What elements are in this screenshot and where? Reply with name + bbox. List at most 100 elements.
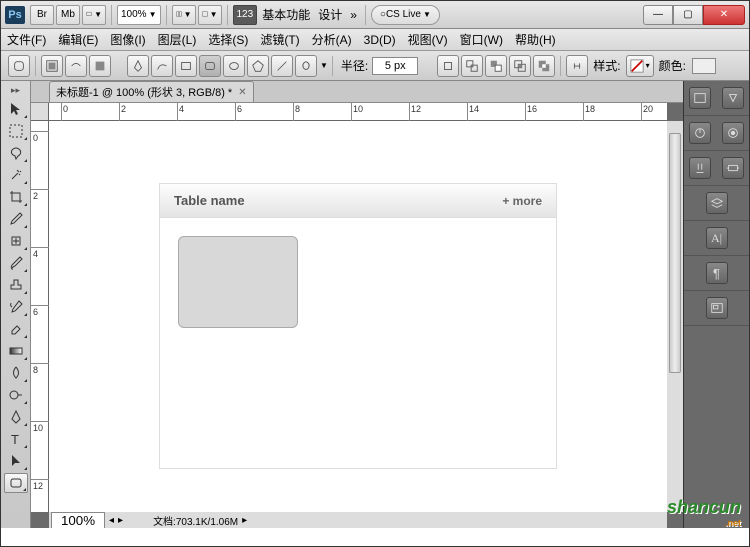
pathop-new-button[interactable] bbox=[437, 55, 459, 77]
pathop-exclude-button[interactable] bbox=[533, 55, 555, 77]
masks-panel-icon[interactable] bbox=[722, 122, 744, 144]
crop-tool[interactable] bbox=[4, 187, 28, 207]
card-title: Table name bbox=[174, 193, 245, 208]
shape-options-dropdown[interactable]: ▼ bbox=[320, 61, 328, 70]
menu-analysis[interactable]: 分析(A) bbox=[312, 31, 352, 48]
menu-window[interactable]: 窗口(W) bbox=[460, 31, 503, 48]
zoom-input[interactable] bbox=[51, 512, 105, 529]
wand-tool[interactable] bbox=[4, 165, 28, 185]
dodge-tool[interactable] bbox=[4, 385, 28, 405]
link-button[interactable] bbox=[566, 55, 588, 77]
ellipse-shape-button[interactable] bbox=[223, 55, 245, 77]
healing-tool[interactable] bbox=[4, 231, 28, 251]
menu-view[interactable]: 视图(V) bbox=[408, 31, 448, 48]
bridge-button[interactable]: Br bbox=[30, 5, 54, 25]
color-panel-icon[interactable] bbox=[689, 87, 711, 109]
zoom-level-dropdown[interactable]: 100%▼ bbox=[117, 5, 161, 25]
menu-file[interactable]: 文件(F) bbox=[7, 31, 46, 48]
rect-shape-button[interactable] bbox=[175, 55, 197, 77]
num-button[interactable]: 123 bbox=[233, 5, 258, 25]
menu-select[interactable]: 选择(S) bbox=[208, 31, 248, 48]
svg-text:T: T bbox=[11, 432, 19, 447]
gradient-tool[interactable] bbox=[4, 341, 28, 361]
style-label: 样式: bbox=[593, 57, 620, 74]
toolbar-collapse-icon[interactable]: ▸▸ bbox=[11, 85, 20, 96]
card-thumbnail bbox=[178, 236, 298, 328]
menu-3d[interactable]: 3D(D) bbox=[364, 33, 396, 47]
pathop-subtract-button[interactable] bbox=[485, 55, 507, 77]
line-shape-button[interactable] bbox=[271, 55, 293, 77]
menu-image[interactable]: 图像(I) bbox=[110, 31, 145, 48]
shape-tool[interactable] bbox=[4, 473, 28, 493]
menu-edit[interactable]: 编辑(E) bbox=[58, 31, 98, 48]
close-button[interactable]: ✕ bbox=[703, 5, 745, 25]
clone-panel-icon[interactable] bbox=[722, 157, 744, 179]
docinfo-dropdown-icon[interactable]: ▸ bbox=[242, 515, 247, 526]
tab-close-icon[interactable]: ✕ bbox=[238, 87, 246, 98]
swatches-panel-icon[interactable] bbox=[722, 87, 744, 109]
lasso-tool[interactable] bbox=[4, 143, 28, 163]
fill-pixels-button[interactable] bbox=[89, 55, 111, 77]
blur-tool[interactable] bbox=[4, 363, 28, 383]
adjustments-panel-icon[interactable] bbox=[689, 122, 711, 144]
paths-button[interactable] bbox=[65, 55, 87, 77]
menu-layer[interactable]: 图层(L) bbox=[158, 31, 197, 48]
eraser-tool[interactable] bbox=[4, 319, 28, 339]
zoom-left-icon[interactable]: ◂ bbox=[109, 515, 114, 526]
workspace-essentials[interactable]: 基本功能 bbox=[262, 6, 310, 23]
pathop-add-button[interactable] bbox=[461, 55, 483, 77]
screen-mode-button[interactable]: ▼ bbox=[82, 5, 106, 25]
arrange-docs-button[interactable]: ▼ bbox=[172, 5, 196, 25]
pen-shape-button[interactable] bbox=[127, 55, 149, 77]
docinfo-label: 文档: bbox=[153, 517, 176, 528]
menu-help[interactable]: 帮助(H) bbox=[515, 31, 556, 48]
minimize-button[interactable]: — bbox=[643, 5, 673, 25]
app-icon: Ps bbox=[5, 6, 25, 24]
history-brush-tool[interactable] bbox=[4, 297, 28, 317]
menu-bar: 文件(F) 编辑(E) 图像(I) 图层(L) 选择(S) 滤镜(T) 分析(A… bbox=[1, 29, 749, 51]
maximize-button[interactable]: ▢ bbox=[673, 5, 703, 25]
vertical-ruler[interactable]: 024681012 bbox=[31, 121, 49, 512]
paragraph-panel-icon[interactable]: ¶ bbox=[706, 262, 728, 284]
radius-input[interactable] bbox=[372, 57, 418, 75]
roundrect-shape-button[interactable] bbox=[199, 55, 221, 77]
character-panel-icon[interactable]: A| bbox=[706, 227, 728, 249]
style-picker[interactable]: ▾ bbox=[626, 55, 654, 77]
design-card: Table name + more bbox=[159, 183, 557, 469]
brush-panel-icon[interactable] bbox=[689, 157, 711, 179]
workspace-more[interactable]: » bbox=[350, 8, 357, 22]
document-area: 未标题-1 @ 100% (形状 3, RGB/8) * ✕ 024681012… bbox=[31, 81, 683, 528]
horizontal-ruler[interactable]: 02468101214161820 bbox=[49, 103, 667, 121]
color-swatch[interactable] bbox=[692, 58, 716, 74]
workspace-design[interactable]: 设计 bbox=[318, 6, 342, 23]
stamp-tool[interactable] bbox=[4, 275, 28, 295]
marquee-tool[interactable] bbox=[4, 121, 28, 141]
right-panel: A| ¶ bbox=[683, 81, 749, 528]
color-label: 颜色: bbox=[659, 57, 686, 74]
screen-button[interactable]: ▼ bbox=[198, 5, 222, 25]
path-select-tool[interactable] bbox=[4, 451, 28, 471]
vertical-scrollbar[interactable] bbox=[667, 121, 683, 512]
navigator-panel-icon[interactable] bbox=[706, 297, 728, 319]
eyedropper-tool[interactable] bbox=[4, 209, 28, 229]
layers-panel-icon[interactable] bbox=[706, 192, 728, 214]
pen-tool[interactable] bbox=[4, 407, 28, 427]
radius-label: 半径: bbox=[341, 57, 368, 74]
cslive-button[interactable]: ○ CS Live▼ bbox=[371, 5, 440, 25]
status-bar: ◂ ▸ 文档:703.1K/1.06M ▸ bbox=[49, 512, 667, 528]
minibridge-button[interactable]: Mb bbox=[56, 5, 80, 25]
custom-shape-button[interactable] bbox=[295, 55, 317, 77]
zoom-right-icon[interactable]: ▸ bbox=[118, 515, 123, 526]
move-tool[interactable] bbox=[4, 99, 28, 119]
canvas[interactable]: Table name + more bbox=[49, 121, 667, 512]
shape-layers-button[interactable] bbox=[41, 55, 63, 77]
brush-tool[interactable] bbox=[4, 253, 28, 273]
menu-filter[interactable]: 滤镜(T) bbox=[260, 31, 299, 48]
polygon-shape-button[interactable] bbox=[247, 55, 269, 77]
tool-preset-button[interactable] bbox=[8, 55, 30, 77]
pathop-intersect-button[interactable] bbox=[509, 55, 531, 77]
document-tab[interactable]: 未标题-1 @ 100% (形状 3, RGB/8) * ✕ bbox=[49, 81, 254, 102]
type-tool[interactable]: T bbox=[4, 429, 28, 449]
freeform-pen-button[interactable] bbox=[151, 55, 173, 77]
ruler-origin[interactable] bbox=[31, 103, 49, 121]
